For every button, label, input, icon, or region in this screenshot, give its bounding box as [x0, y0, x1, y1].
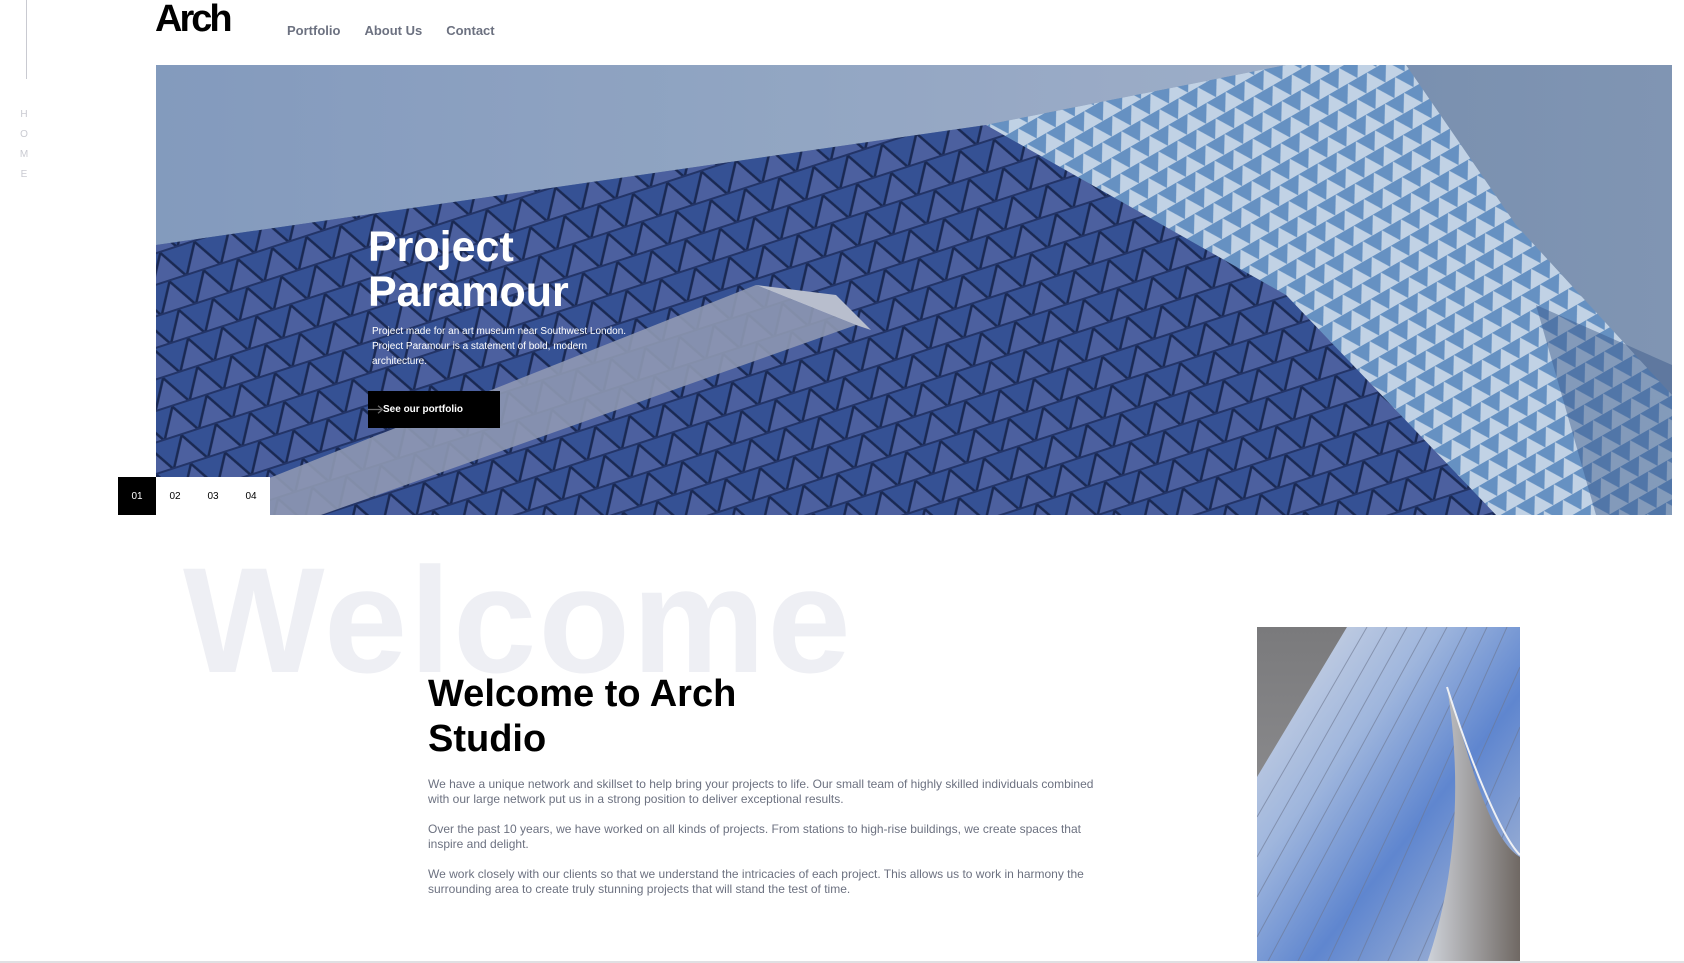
main-nav: Portfolio About Us Contact [287, 23, 495, 38]
building-image [1257, 627, 1520, 963]
slider-pager: 01 02 03 04 [118, 477, 270, 515]
nav-portfolio[interactable]: Portfolio [287, 23, 340, 38]
see-portfolio-button[interactable]: See our portfolio [368, 391, 500, 428]
page-indicator-letter: H [20, 109, 28, 120]
pager-item-03[interactable]: 03 [194, 477, 232, 515]
page-indicator: H O M E [19, 105, 29, 185]
welcome-body: We have a unique network and skillset to… [428, 777, 1096, 912]
welcome-paragraph: We work closely with our clients so that… [428, 867, 1084, 896]
see-portfolio-label: See our portfolio [383, 404, 463, 415]
building-photo [1257, 627, 1520, 963]
page-indicator-letter: M [19, 149, 29, 160]
page-indicator-letter: E [20, 169, 28, 180]
pager-item-04[interactable]: 04 [232, 477, 270, 515]
welcome-title: Welcome to Arch Studio [428, 673, 737, 760]
pager-item-01[interactable]: 01 [118, 477, 156, 515]
hero-slider: Project Paramour Project made for an art… [156, 65, 1672, 515]
page-indicator-letter: O [20, 129, 28, 140]
nav-about-us[interactable]: About Us [364, 23, 422, 38]
hero-title: Project Paramour [368, 223, 569, 316]
arrow-right-icon [368, 405, 384, 414]
welcome-paragraph: We have a unique network and skillset to… [428, 777, 1094, 806]
pager-item-02[interactable]: 02 [156, 477, 194, 515]
welcome-paragraph: Over the past 10 years, we have worked o… [428, 822, 1081, 851]
nav-contact[interactable]: Contact [446, 23, 494, 38]
rail-divider [26, 0, 27, 79]
hero-description: Project made for an art museum near Sout… [372, 326, 627, 367]
logo[interactable]: Arch [155, 0, 233, 38]
